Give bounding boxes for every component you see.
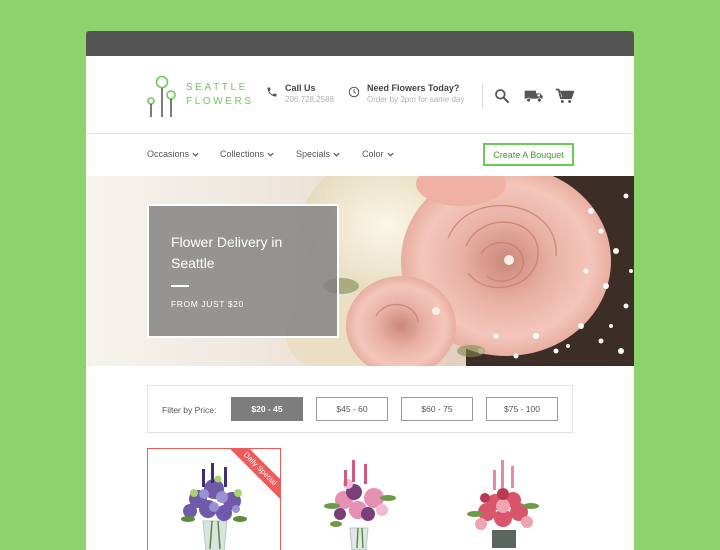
site-logo[interactable]: SEATTLE FLOWERS bbox=[146, 75, 256, 119]
price-filter-45-60[interactable]: $45 - 60 bbox=[316, 397, 388, 421]
nav-color[interactable]: Color bbox=[362, 149, 394, 159]
chevron-down-icon bbox=[386, 152, 394, 157]
price-filter-75-100[interactable]: $75 - 100 bbox=[486, 397, 558, 421]
hero-divider bbox=[171, 285, 189, 287]
site-header: SEATTLE FLOWERS Call Us 206.728.2588 Nee… bbox=[86, 56, 634, 134]
contact-call[interactable]: Call Us 206.728.2588 bbox=[266, 83, 334, 106]
call-title: Call Us bbox=[285, 83, 316, 93]
hero-subtitle: FROM JUST $20 bbox=[171, 299, 244, 309]
daily-special-badge: Daily Special bbox=[223, 448, 281, 506]
nav-color-label: Color bbox=[362, 149, 384, 159]
need-subtitle: Order by 2pm for same day bbox=[367, 95, 465, 104]
hero-callout[interactable]: Flower Delivery in Seattle FROM JUST $20 bbox=[147, 204, 339, 338]
need-title: Need Flowers Today? bbox=[367, 83, 460, 93]
filter-label: Filter by Price: bbox=[162, 405, 217, 415]
contact-same-day: Need Flowers Today? Order by 2pm for sam… bbox=[348, 83, 464, 106]
main-nav: Occasions Collections Specials Color Cre… bbox=[86, 134, 634, 176]
hero-banner: Flower Delivery in Seattle FROM JUST $20 bbox=[86, 176, 634, 366]
logo-line-1: SEATTLE bbox=[186, 82, 248, 93]
browser-window: SEATTLE FLOWERS Call Us 206.728.2588 Nee… bbox=[86, 31, 634, 550]
price-filter: Filter by Price: $20 - 45 $45 - 60 $60 -… bbox=[147, 385, 573, 433]
product-card-daily-special[interactable]: Daily Special bbox=[147, 448, 281, 550]
nav-collections[interactable]: Collections bbox=[220, 149, 274, 159]
hero-title: Flower Delivery in Seattle bbox=[171, 234, 283, 271]
create-bouquet-button[interactable]: Create A Bouquet bbox=[483, 143, 574, 166]
price-filter-60-75[interactable]: $60 - 75 bbox=[401, 397, 473, 421]
nav-occasions-label: Occasions bbox=[147, 149, 190, 159]
product-image-pink-bouquet bbox=[324, 460, 396, 550]
product-image-red-bouquet bbox=[467, 460, 539, 548]
chevron-down-icon bbox=[192, 152, 199, 157]
logo-line-2: FLOWERS bbox=[186, 96, 254, 107]
window-titlebar bbox=[86, 31, 634, 56]
truck-icon[interactable] bbox=[524, 88, 544, 104]
phone-icon bbox=[267, 87, 277, 97]
price-filter-20-45[interactable]: $20 - 45 bbox=[231, 397, 303, 421]
logo-flower-icon bbox=[147, 75, 176, 117]
daily-special-ribbon: Daily Special bbox=[221, 448, 281, 508]
nav-specials[interactable]: Specials bbox=[296, 149, 340, 159]
header-divider bbox=[482, 84, 483, 108]
nav-specials-label: Specials bbox=[296, 149, 331, 159]
clock-icon bbox=[348, 86, 360, 98]
logo-text: SEATTLE FLOWERS bbox=[186, 81, 254, 109]
cart-icon[interactable] bbox=[555, 88, 574, 104]
call-number[interactable]: 206.728.2588 bbox=[285, 94, 334, 106]
chevron-down-icon bbox=[333, 152, 340, 157]
product-card-red-roses[interactable] bbox=[437, 448, 571, 550]
chevron-down-icon bbox=[267, 152, 274, 157]
nav-occasions[interactable]: Occasions bbox=[147, 149, 199, 159]
nav-collections-label: Collections bbox=[220, 149, 265, 159]
search-icon[interactable] bbox=[494, 88, 510, 104]
product-card-pink-lilies[interactable] bbox=[292, 448, 426, 550]
